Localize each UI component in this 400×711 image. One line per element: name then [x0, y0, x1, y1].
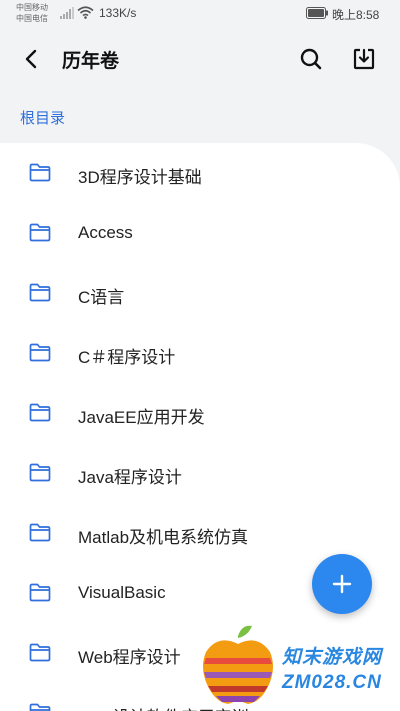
folder-icon — [29, 463, 51, 482]
carrier-info: 中国移动 中国电信 — [16, 2, 48, 24]
chevron-left-icon — [25, 49, 37, 69]
add-button[interactable] — [312, 554, 372, 614]
app-header: 历年卷 — [0, 36, 400, 82]
folder-icon — [29, 343, 51, 362]
folder-icon — [29, 523, 51, 542]
folder-item[interactable]: C语言 — [0, 263, 400, 323]
folder-icon — [29, 283, 51, 302]
breadcrumb-root[interactable]: 根目录 — [20, 107, 65, 128]
download-icon — [353, 48, 375, 70]
search-icon — [300, 48, 322, 70]
folder-label: JavaEE应用开发 — [78, 408, 205, 427]
wifi-icon — [77, 6, 94, 19]
folder-label: Access — [78, 223, 133, 242]
folder-label: Web设计软件应用实训 — [78, 703, 249, 711]
folder-label: 3D程序设计基础 — [78, 168, 202, 187]
folder-label: Java程序设计 — [78, 468, 182, 487]
folder-item[interactable]: Web程序设计 — [0, 623, 400, 683]
plus-icon — [332, 574, 352, 594]
folder-label: Matlab及机电系统仿真 — [78, 528, 249, 547]
folder-label: Web程序设计 — [78, 648, 181, 667]
folder-label: C语言 — [78, 288, 125, 307]
folder-icon — [29, 223, 51, 242]
folder-item[interactable]: Access — [0, 203, 400, 263]
folder-item[interactable]: 3D程序设计基础 — [0, 143, 400, 203]
folder-icon — [29, 163, 51, 182]
folder-list: 3D程序设计基础 Access C语言 C＃程序设计 JavaEE应用开发 Ja… — [0, 143, 400, 711]
folder-icon — [29, 703, 51, 711]
clock: 晚上8:58 — [332, 8, 380, 22]
download-button[interactable] — [349, 44, 379, 74]
folder-item[interactable]: Web设计软件应用实训 — [0, 683, 400, 711]
folder-item[interactable]: JavaEE应用开发 — [0, 383, 400, 443]
back-button[interactable] — [16, 44, 46, 74]
status-bar: 中国移动 中国电信 133K/s 晚上8:58 — [0, 0, 400, 28]
signal-icon — [60, 7, 74, 19]
folder-list-panel: 3D程序设计基础 Access C语言 C＃程序设计 JavaEE应用开发 Ja… — [0, 143, 400, 711]
folder-icon — [29, 403, 51, 422]
folder-label: C＃程序设计 — [78, 348, 176, 367]
app-screen: 中国移动 中国电信 133K/s 晚上8:58 历年卷 根目录 3D程序设计基础… — [0, 0, 400, 711]
folder-item[interactable]: C＃程序设计 — [0, 323, 400, 383]
carrier-1: 中国移动 — [16, 3, 48, 12]
network-speed: 133K/s — [99, 6, 137, 20]
folder-label: VisualBasic — [78, 583, 166, 602]
search-button[interactable] — [296, 44, 326, 74]
folder-item[interactable]: Java程序设计 — [0, 443, 400, 503]
folder-icon — [29, 643, 51, 662]
carrier-2: 中国电信 — [16, 14, 48, 23]
battery-icon — [306, 7, 328, 19]
page-title: 历年卷 — [62, 51, 120, 72]
folder-icon — [29, 583, 51, 602]
